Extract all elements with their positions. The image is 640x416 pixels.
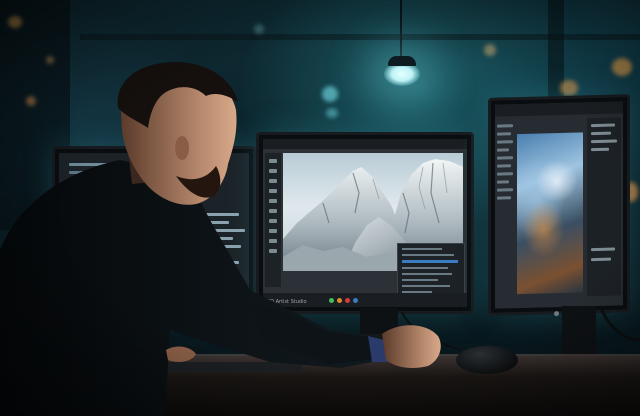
- photo-scene: 3D Artist Studio: [0, 0, 640, 416]
- person-silhouette: [0, 62, 441, 416]
